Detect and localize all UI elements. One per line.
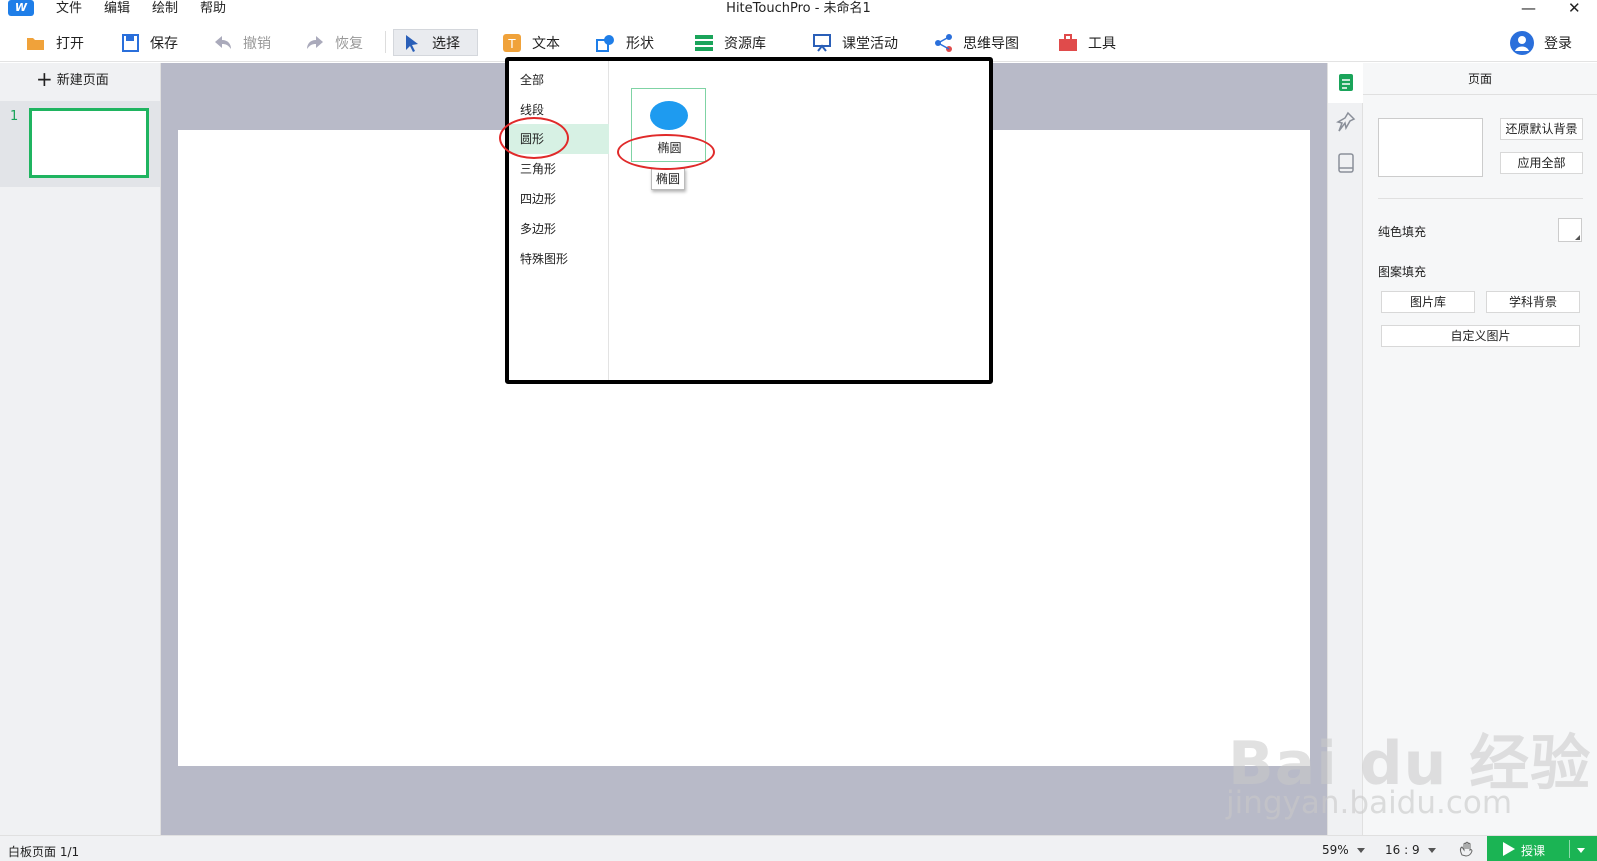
tab-page-properties[interactable] — [1328, 63, 1363, 103]
image-library-button[interactable]: 图片库 — [1381, 291, 1475, 313]
properties-header: 页面 — [1363, 63, 1597, 95]
undo-label: 撤销 — [243, 35, 271, 52]
menu-edit[interactable]: 编辑 — [104, 0, 130, 17]
restore-default-bg-button[interactable]: 还原默认背景 — [1500, 118, 1583, 140]
class-activity-label: 课堂活动 — [842, 35, 898, 52]
zoom-selector[interactable]: 59% — [1322, 843, 1365, 857]
class-activity-button[interactable]: 课堂活动 — [804, 29, 906, 56]
page-doc-icon — [1339, 74, 1353, 91]
solid-fill-color-picker[interactable] — [1558, 218, 1582, 242]
redo-button[interactable]: 恢复 — [297, 29, 371, 56]
save-icon — [120, 33, 140, 52]
save-button[interactable]: 保存 — [112, 29, 186, 56]
undo-button[interactable]: 撤销 — [205, 29, 279, 56]
aspect-value: 16 : 9 — [1385, 843, 1420, 857]
main-toolbar: 打开 保存 撤销 恢复 选择 T 文本 形状 资源库 课堂活动 思维导图 工具 … — [0, 22, 1597, 62]
cursor-arrow-icon — [402, 34, 422, 52]
undo-icon — [213, 34, 233, 52]
toolbox-icon — [1058, 33, 1078, 52]
subject-background-button[interactable]: 学科背景 — [1486, 291, 1580, 313]
page-indicator: 白板页面 1/1 — [8, 845, 80, 859]
user-avatar-icon — [1510, 30, 1534, 55]
svg-text:T: T — [508, 36, 516, 51]
minimize-button[interactable]: — — [1521, 0, 1536, 16]
tools-label: 工具 — [1088, 35, 1116, 52]
menu-file[interactable]: 文件 — [56, 0, 82, 17]
redo-icon — [305, 34, 325, 52]
open-label: 打开 — [56, 35, 84, 52]
zoom-value: 59% — [1322, 843, 1349, 857]
text-label: 文本 — [532, 35, 560, 52]
classroom-board-icon — [812, 33, 832, 52]
tab-book[interactable] — [1328, 143, 1363, 183]
highlight-circle-category — [499, 117, 569, 159]
present-divider — [1569, 840, 1570, 858]
text-icon: T — [502, 33, 522, 52]
menu-help[interactable]: 帮助 — [200, 0, 226, 17]
tab-animation[interactable] — [1328, 103, 1363, 143]
plus-icon: + — [36, 66, 53, 91]
custom-image-button[interactable]: 自定义图片 — [1381, 325, 1580, 347]
resources-label: 资源库 — [724, 35, 766, 52]
mindmap-icon — [933, 33, 953, 52]
pin-icon — [1336, 111, 1356, 132]
title-bar: W HiteTouchPro - 未命名1 文件 编辑 绘制 帮助 — ✕ — [0, 0, 1597, 20]
highlight-circle-ellipse — [617, 134, 715, 170]
resource-library-icon — [694, 34, 714, 52]
category-special-shapes[interactable]: 特殊图形 — [509, 244, 609, 274]
play-icon — [1503, 842, 1515, 856]
category-polygons[interactable]: 多边形 — [509, 214, 609, 244]
pattern-fill-label: 图案填充 — [1378, 265, 1427, 279]
close-button[interactable]: ✕ — [1568, 0, 1581, 16]
apply-all-button[interactable]: 应用全部 — [1500, 152, 1583, 174]
category-quadrilaterals[interactable]: 四边形 — [509, 184, 609, 214]
open-button[interactable]: 打开 — [18, 29, 92, 56]
mindmap-button[interactable]: 思维导图 — [925, 29, 1027, 56]
baidu-watermark-url: jingyan.baidu.com — [1226, 785, 1513, 821]
hand-pan-icon[interactable] — [1458, 841, 1474, 860]
present-label: 授课 — [1521, 844, 1546, 858]
shape-tooltip: 椭圆 — [651, 168, 685, 190]
shape-category-list: 全部 线段 圆形 三角形 四边形 多边形 特殊图形 — [509, 61, 609, 380]
category-all[interactable]: 全部 — [509, 65, 609, 95]
solid-fill-label: 纯色填充 — [1378, 225, 1427, 239]
status-bar: 白板页面 1/1 59% 16 : 9 授课 — [0, 835, 1597, 861]
menu-draw[interactable]: 绘制 — [152, 0, 178, 17]
menu-bar: 文件 编辑 绘制 帮助 — [56, 0, 248, 17]
ellipse-shape-icon — [650, 101, 688, 130]
page-list-panel: + 新建页面 1 — [0, 63, 161, 835]
chevron-down-icon — [1427, 848, 1436, 853]
page-number: 1 — [10, 109, 19, 124]
folder-icon — [26, 34, 46, 52]
tools-button[interactable]: 工具 — [1050, 29, 1124, 56]
new-page-button[interactable]: + 新建页面 — [36, 66, 109, 91]
book-icon — [1338, 153, 1354, 173]
background-preview — [1378, 118, 1483, 177]
login-label: 登录 — [1544, 35, 1572, 52]
properties-divider — [1378, 198, 1583, 199]
save-label: 保存 — [150, 35, 178, 52]
mindmap-label: 思维导图 — [963, 35, 1019, 52]
chevron-down-icon — [1577, 848, 1585, 853]
aspect-ratio-selector[interactable]: 16 : 9 — [1385, 843, 1436, 857]
shape-button[interactable]: 形状 — [588, 29, 662, 56]
shape-icon — [596, 34, 616, 52]
page-thumbnail-row[interactable]: 1 — [0, 101, 160, 187]
shape-label: 形状 — [626, 35, 654, 52]
redo-label: 恢复 — [335, 35, 363, 52]
toolbar-separator — [385, 31, 386, 53]
present-button[interactable]: 授课 — [1487, 836, 1597, 861]
chevron-down-icon — [1356, 848, 1365, 853]
select-label: 选择 — [432, 35, 460, 52]
present-options-dropdown[interactable] — [1577, 843, 1585, 857]
shape-picker-popup: 全部 线段 圆形 三角形 四边形 多边形 特殊图形 椭圆 椭圆 — [499, 57, 993, 384]
select-button[interactable]: 选择 — [393, 29, 478, 56]
text-button[interactable]: T 文本 — [494, 29, 568, 56]
category-triangles[interactable]: 三角形 — [509, 154, 609, 184]
new-page-label: 新建页面 — [56, 73, 109, 88]
login-button[interactable]: 登录 — [1502, 29, 1580, 56]
page-thumbnail[interactable] — [29, 108, 149, 178]
resources-button[interactable]: 资源库 — [686, 29, 774, 56]
